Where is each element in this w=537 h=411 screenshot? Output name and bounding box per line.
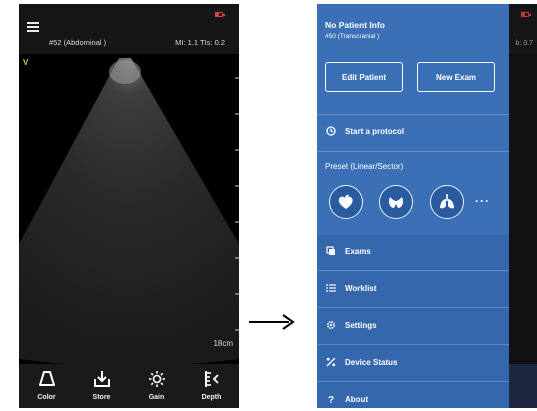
depth-button[interactable]: Depth (184, 364, 239, 408)
store-button[interactable]: Store (74, 364, 129, 408)
depth-readout: 18cm (213, 339, 233, 348)
battery-icon (521, 12, 531, 17)
thyroid-icon (389, 197, 403, 208)
start-protocol-item[interactable]: Start a protocol (317, 119, 509, 143)
worklist-label: Worklist (345, 283, 377, 293)
right-arrow-icon (249, 314, 295, 330)
color-mode-icon (38, 371, 55, 386)
device-status-icon (326, 357, 336, 367)
navigation-drawer: No Patient Info #50 (Transcranial ) Edit… (317, 4, 509, 408)
settings-gear-icon (326, 320, 336, 330)
edit-patient-button[interactable]: Edit Patient (325, 62, 403, 92)
depth-label: Depth (201, 394, 222, 401)
new-exam-button[interactable]: New Exam (417, 62, 495, 92)
left-status-header: #52 (Abdominal ) MI: 1.1 TIs: 0.2 (19, 4, 239, 54)
divider (317, 344, 509, 345)
menu-item-exams[interactable]: Exams (317, 239, 509, 263)
preset-thyroid-button[interactable] (379, 185, 413, 219)
gain-brightness-icon (148, 371, 165, 387)
gain-label: Gain (148, 394, 165, 401)
lung-icon (440, 194, 454, 209)
left-phone-screen: #52 (Abdominal ) MI: 1.1 TIs: 0.2 V 18cm… (19, 4, 239, 408)
divider (317, 151, 509, 152)
menu-section: Exams Worklist Settings Device Status ? … (317, 235, 509, 408)
hamburger-menu-icon[interactable] (27, 22, 39, 32)
patient-title: No Patient Info (325, 20, 385, 30)
preset-section-title: Preset (Linear/Sector) (325, 162, 404, 171)
about-question-icon: ? (326, 394, 336, 404)
gain-button[interactable]: Gain (129, 364, 184, 408)
protocol-icon (326, 126, 336, 136)
probe-orientation-marker: V (23, 58, 29, 67)
svg-text:?: ? (328, 395, 334, 404)
ultrasound-sector-image (19, 58, 239, 364)
about-label: About (345, 394, 369, 404)
right-phone-screen: b: 0.7 No Patient Info #50 (Transcranial… (317, 4, 537, 408)
worklist-icon (326, 283, 336, 293)
device-status-label: Device Status (345, 357, 398, 367)
color-button[interactable]: Color (19, 364, 74, 408)
battery-icon (215, 12, 225, 17)
cardiac-heart-icon (338, 194, 353, 209)
imaging-toolbar: Color Store Gain Depth (19, 364, 239, 408)
menu-item-about[interactable]: ? About (317, 387, 509, 408)
divider (317, 307, 509, 308)
menu-item-device-status[interactable]: Device Status (317, 350, 509, 374)
more-presets-button[interactable]: ··· (475, 194, 490, 208)
patient-exam-subtitle: #50 (Transcranial ) (325, 33, 380, 40)
divider (317, 114, 509, 115)
preset-cardiac-button[interactable] (329, 185, 363, 219)
settings-label: Settings (345, 320, 377, 330)
store-label: Store (92, 394, 111, 401)
exam-label: #52 (Abdominal ) (49, 38, 107, 47)
ultrasound-image-area[interactable]: V 18cm (19, 54, 239, 364)
depth-icon (204, 371, 219, 387)
start-protocol-label: Start a protocol (345, 126, 405, 136)
menu-item-settings[interactable]: Settings (317, 313, 509, 337)
background-readout: b: 0.7 (515, 40, 533, 47)
store-download-icon (93, 371, 110, 387)
exams-icon (326, 246, 336, 256)
divider (317, 270, 509, 271)
color-label: Color (37, 394, 56, 401)
divider (317, 381, 509, 382)
menu-item-worklist[interactable]: Worklist (317, 276, 509, 300)
mi-tis-readout: MI: 1.1 TIs: 0.2 (175, 38, 225, 47)
exams-label: Exams (345, 246, 371, 256)
preset-lung-button[interactable] (430, 185, 464, 219)
